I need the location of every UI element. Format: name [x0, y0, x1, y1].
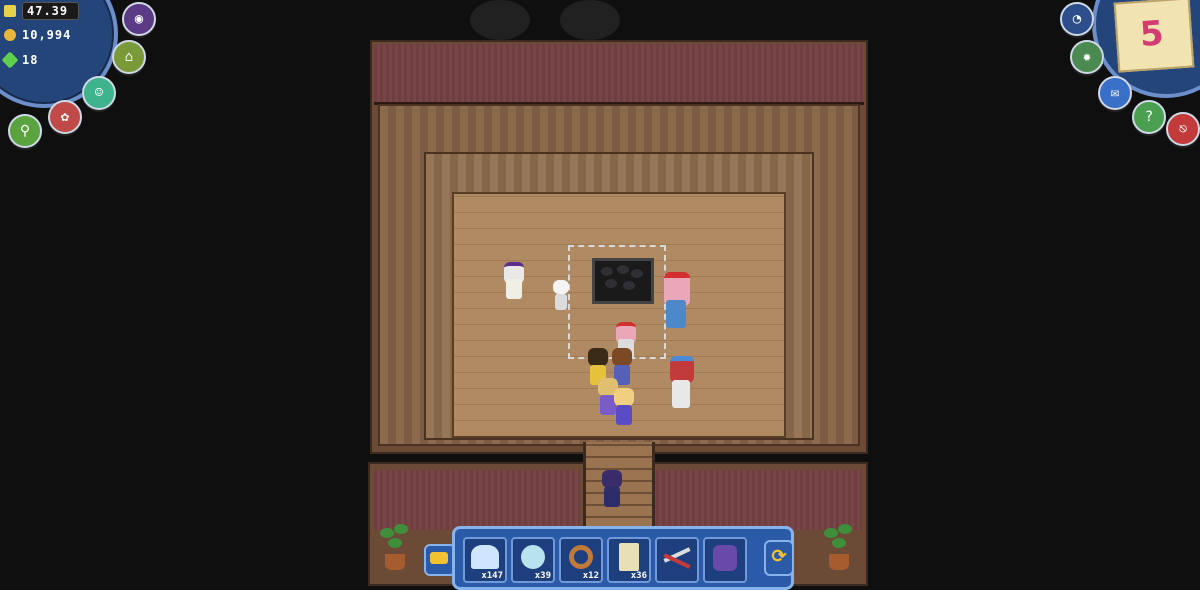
bubble-icon	[521, 545, 545, 569]
slot-count: x39	[534, 571, 551, 581]
npc-character[interactable]	[662, 272, 692, 332]
coins-value: 10,994	[22, 28, 72, 42]
potted-plant[interactable]	[822, 524, 856, 570]
map-icon[interactable]: ⚲	[8, 114, 42, 148]
back-wall	[374, 44, 864, 105]
slot-count: x12	[582, 571, 599, 581]
npc-character[interactable]	[668, 356, 696, 412]
chat-icon	[430, 552, 448, 564]
energy-value: 47.39	[27, 4, 69, 18]
quest-count: 5	[1138, 13, 1165, 55]
gems-value: 18	[22, 53, 39, 67]
exit-icon[interactable]: ⎋	[1166, 112, 1200, 146]
pet-icon	[713, 545, 737, 571]
smoke-puff	[470, 0, 530, 40]
npc-character[interactable]	[502, 262, 526, 302]
hotbar-slot-bubble[interactable]: x39	[511, 537, 555, 583]
coins-row: 10,994	[0, 26, 71, 44]
gems-row: 18	[0, 51, 38, 69]
smoke-puff	[560, 0, 620, 40]
hotbar-slot-rope[interactable]: x12	[559, 537, 603, 583]
pet-icon[interactable]: ✿	[48, 100, 82, 134]
land-icon[interactable]: ◉	[122, 2, 156, 36]
home-icon[interactable]: ⌂	[112, 40, 146, 74]
potted-plant[interactable]	[378, 524, 412, 570]
wings-icon	[471, 545, 499, 569]
hotbar-slot-shears[interactable]	[655, 537, 699, 583]
hotbar: x147 x39 x12 x36	[452, 526, 794, 590]
player-character[interactable]	[612, 388, 636, 428]
energy-row: 47.39	[0, 2, 80, 20]
coin-icon	[4, 29, 16, 41]
friends-icon[interactable]: ☺	[82, 76, 116, 110]
scroll-icon	[619, 543, 639, 571]
slot-count: x36	[630, 571, 647, 581]
hotbar-slot-scroll[interactable]: x36	[607, 537, 651, 583]
slot-count: x147	[481, 571, 503, 581]
npc-character[interactable]	[551, 280, 571, 314]
hotbar-slot-pet[interactable]	[703, 537, 747, 583]
help-icon[interactable]: ?	[1132, 100, 1166, 134]
mail-icon[interactable]: ✉	[1098, 76, 1132, 110]
hotbar-slot-wings[interactable]: x147	[463, 537, 507, 583]
player-character-self[interactable]	[600, 470, 624, 510]
cycle-hotbar-button[interactable]: ⟳	[764, 540, 794, 576]
gem-icon	[1, 51, 19, 69]
coal-ore-pile[interactable]	[592, 258, 654, 304]
energy-icon	[4, 5, 16, 17]
speed-icon[interactable]: ◔	[1060, 2, 1094, 36]
settings-icon[interactable]: ✹	[1070, 40, 1104, 74]
rope-icon	[569, 545, 593, 569]
quest-board-button[interactable]: 5	[1113, 0, 1195, 73]
